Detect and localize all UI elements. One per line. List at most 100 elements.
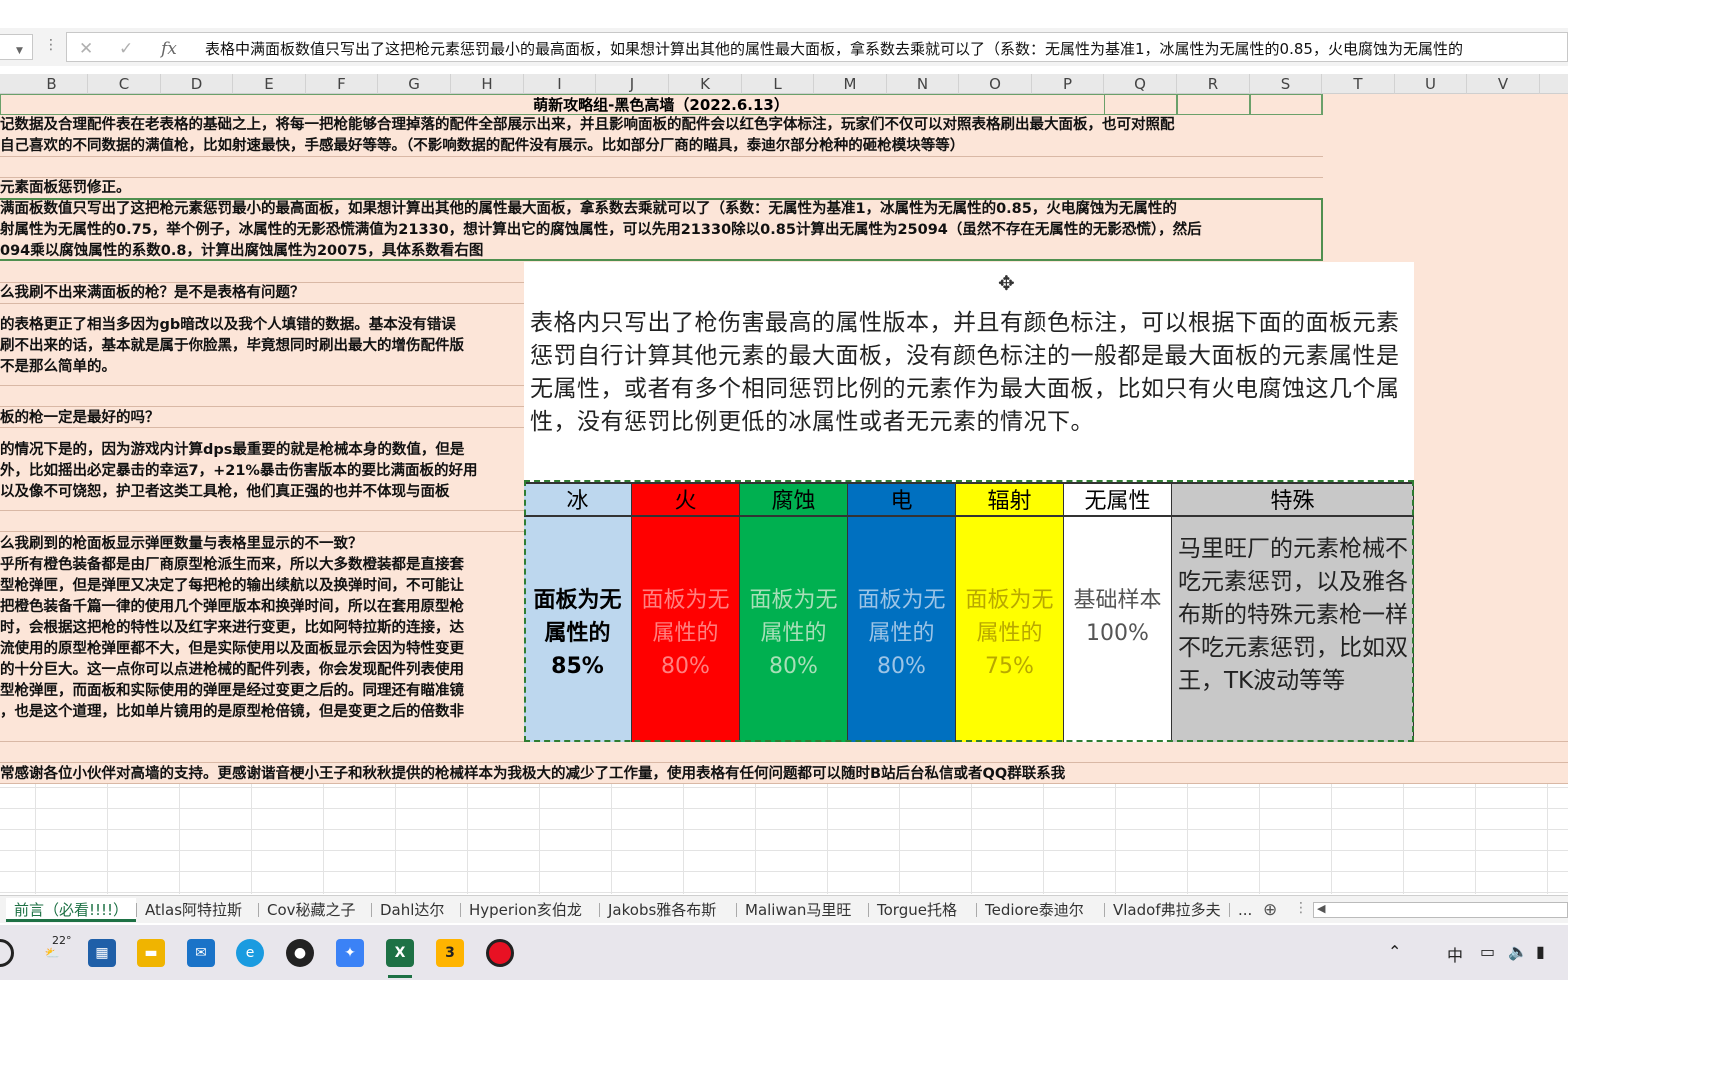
- column-header[interactable]: H: [451, 74, 524, 94]
- faq-question-3[interactable]: 么我刷到的枪面板显示弹匣数量与表格里显示的不一致？: [0, 534, 363, 555]
- scroll-left-icon[interactable]: ◀: [1317, 902, 1325, 915]
- column-header[interactable]: K: [669, 74, 742, 94]
- element-header: 电: [848, 482, 956, 517]
- column-header[interactable]: J: [596, 74, 669, 94]
- faq-answer-3-line-1[interactable]: 乎所有橙色装备都是由厂商原型枪派生而来，所以大多数橙装都是直接套: [0, 555, 464, 576]
- penalty-line-3: 094乘以腐蚀属性的系数0.8，计算出腐蚀属性为20075，具体系数看右图: [0, 243, 484, 259]
- faq-answer-3-line-2[interactable]: 型枪弹匣，但是弹匣又决定了每把枪的输出续航以及换弹时间，不可能让: [0, 576, 464, 597]
- element-penalty-text1: 面板为无: [749, 588, 838, 613]
- column-header[interactable]: Q: [1104, 74, 1177, 94]
- sheet-tab[interactable]: Torgue托格: [877, 898, 957, 922]
- sheet-tab[interactable]: Atlas阿特拉斯: [145, 898, 242, 922]
- folder-icon[interactable]: ▬: [137, 939, 165, 967]
- sheet-tab-active[interactable]: 前言（必看!!!!）: [6, 898, 137, 922]
- tab-separator: [258, 903, 259, 917]
- sheet-tab[interactable]: Cov秘藏之子: [267, 898, 356, 922]
- column-header[interactable]: P: [1032, 74, 1104, 94]
- element-penalty-pct: 80%: [769, 654, 818, 679]
- faq-answer-3-line-3[interactable]: 把橙色装备千篇一律的使用几个弹匣版本和换弹时间，所以在套用原型枪: [0, 597, 464, 618]
- tab-separator: [1229, 903, 1230, 917]
- cell-q1[interactable]: [1104, 94, 1177, 115]
- tab-separator: [1104, 903, 1105, 917]
- faq-answer-1-line-3[interactable]: 不是那么简单的。: [0, 357, 116, 378]
- column-header[interactable]: F: [306, 74, 378, 94]
- intro-line-2[interactable]: 自己喜欢的不同数据的满值枪，比如射速最快，手感最好等等。（不影响数据的配件没有展…: [0, 136, 964, 157]
- element-penalty-text2: 100%: [1086, 621, 1149, 646]
- store-icon[interactable]: ▦: [88, 939, 116, 967]
- sheet-tab[interactable]: Hyperion亥伯龙: [469, 898, 582, 922]
- enter-icon[interactable]: ✓: [119, 39, 133, 59]
- column-header[interactable]: B: [16, 74, 88, 94]
- faq-answer-2-line-3[interactable]: 以及像不可饶恕，护卫者这类工具枪，他们真正强的也并不体现与面板: [0, 482, 450, 503]
- column-header[interactable]: G: [378, 74, 451, 94]
- sheet-tab[interactable]: Maliwan马里旺: [745, 898, 851, 922]
- column-header[interactable]: R: [1177, 74, 1250, 94]
- app-icon[interactable]: ✦: [336, 939, 364, 967]
- column-header[interactable]: E: [233, 74, 306, 94]
- qq-icon[interactable]: ●: [286, 939, 314, 967]
- horizontal-scrollbar[interactable]: ◀: [1313, 902, 1568, 918]
- faq-answer-2-line-1[interactable]: 的情况下是的，因为游戏内计算dps最重要的就是枪械本身的数值，但是: [0, 440, 464, 461]
- penalty-line-2: 射属性为无属性的0.75，举个例子，冰属性的无影恐慌满值为21330，想计算出它…: [0, 222, 1202, 238]
- volume-icon[interactable]: 🔈: [1508, 942, 1528, 961]
- cell-s1[interactable]: [1250, 94, 1323, 115]
- game-icon[interactable]: 3: [436, 939, 464, 967]
- column-header[interactable]: L: [742, 74, 814, 94]
- column-header[interactable]: T: [1322, 74, 1395, 94]
- faq-answer-3-line-4[interactable]: 时，会根据这把枪的特性以及红字来进行变更，比如阿特拉斯的连接，达: [0, 618, 464, 639]
- column-header[interactable]: V: [1467, 74, 1540, 94]
- formula-input[interactable]: ✕ ✓ fx 表格中满面板数值只写出了这把枪元素惩罚最小的最高面板，如果想计算出…: [66, 32, 1568, 62]
- weather-temp: 22°: [52, 934, 72, 947]
- thanks-note[interactable]: 常感谢各位小伙伴对高墙的支持。更感谢谐音梗小王子和秋秋提供的枪械样本为我极大的减…: [0, 764, 1065, 785]
- chevron-up-icon[interactable]: ⌃: [1388, 942, 1401, 961]
- element-header: 冰: [524, 482, 632, 517]
- insert-function-icon[interactable]: fx: [161, 39, 177, 59]
- sheet-tab[interactable]: Tediore泰迪尔: [985, 898, 1084, 922]
- sheet-tab[interactable]: Vladof弗拉多夫: [1113, 898, 1221, 922]
- element-penalty-image[interactable]: 表格内只写出了枪伤害最高的属性版本，并且有颜色标注，可以根据下面的面板元素惩罚自…: [524, 262, 1414, 742]
- recorder-icon[interactable]: [486, 939, 514, 967]
- mail-icon[interactable]: ✉: [187, 939, 215, 967]
- element-header: 腐蚀: [740, 482, 848, 517]
- cell-r1[interactable]: [1177, 94, 1250, 115]
- more-options-icon[interactable]: ⋮: [44, 37, 58, 53]
- faq-answer-3-line-6[interactable]: 的十分巨大。这一点你可以点进枪械的配件列表，你会发现配件列表使用: [0, 660, 464, 681]
- more-options-icon[interactable]: ⋮: [1294, 900, 1308, 916]
- faq-answer-1-line-2[interactable]: 刷不出来的话，基本就是属于你脸黑，毕竟想同时刷出最大的增伤配件版: [0, 336, 464, 357]
- faq-answer-3-line-7[interactable]: 型枪弹匣，而面板和实际使用的弹匣是经过变更之后的。同理还有瞄准镜: [0, 681, 464, 702]
- excel-icon[interactable]: X: [386, 939, 414, 967]
- faq-question-1[interactable]: 么我刷不出来满面板的枪？是不是表格有问题？: [0, 283, 305, 304]
- edge-browser-icon[interactable]: e: [236, 939, 264, 967]
- cancel-icon[interactable]: ✕: [79, 39, 93, 59]
- column-header[interactable]: I: [524, 74, 596, 94]
- section-heading[interactable]: 元素面板惩罚修正。: [0, 178, 131, 199]
- intro-line-1[interactable]: 记数据及合理配件表在老表格的基础之上，将每一把枪能够合理掉落的配件全部展示出来，…: [0, 115, 1175, 136]
- network-icon[interactable]: ▭: [1480, 942, 1495, 961]
- faq-answer-3-line-5[interactable]: 流使用的原型枪弹匣都不大，但是实际使用以及面板显示会因为特性变更: [0, 639, 464, 660]
- faq-answer-1-line-1[interactable]: 的表格更正了相当多因为gb暗改以及我个人填错的数据。基本没有错误: [0, 315, 456, 336]
- sheet-tab[interactable]: Dahl达尔: [380, 898, 444, 922]
- faq-question-2[interactable]: 板的枪一定是最好的吗？: [0, 408, 160, 429]
- column-header[interactable]: U: [1395, 74, 1467, 94]
- sheet-tab[interactable]: ...: [1238, 898, 1252, 922]
- sheet-tab[interactable]: Jakobs雅各布斯: [608, 898, 716, 922]
- weather-icon[interactable]: ⛅ 22°: [38, 934, 72, 967]
- faq-answer-3-line-8[interactable]: ，也是这个道理，比如单片镜用的是原型枪倍镜，但是变更之后的倍数非: [0, 702, 464, 723]
- special-header: 特殊: [1172, 482, 1414, 517]
- faq-answer-2-line-2[interactable]: 外，比如摇出必定暴击的幸运7，+21%暴击伤害版本的要比满面板的好用: [0, 461, 477, 482]
- column-header[interactable]: S: [1250, 74, 1322, 94]
- search-icon[interactable]: [0, 939, 14, 967]
- name-box[interactable]: ▼: [0, 34, 33, 60]
- column-header[interactable]: N: [887, 74, 959, 94]
- element-penalty-cell: 面板为无 属性的 80%: [632, 517, 740, 742]
- chevron-down-icon[interactable]: ▼: [16, 46, 23, 56]
- battery-icon[interactable]: ▮: [1536, 942, 1545, 961]
- element-penalty-cell: 面板为无 属性的 80%: [740, 517, 848, 742]
- column-header[interactable]: O: [959, 74, 1032, 94]
- add-sheet-icon[interactable]: ⊕: [1263, 900, 1277, 920]
- ime-indicator[interactable]: 中: [1447, 942, 1463, 966]
- column-header[interactable]: M: [814, 74, 887, 94]
- column-header[interactable]: C: [88, 74, 161, 94]
- column-header[interactable]: D: [161, 74, 233, 94]
- sheet-tab-bar: 前言（必看!!!!） Atlas阿特拉斯 Cov秘藏之子 Dahl达尔 Hyperion…: [0, 895, 1568, 923]
